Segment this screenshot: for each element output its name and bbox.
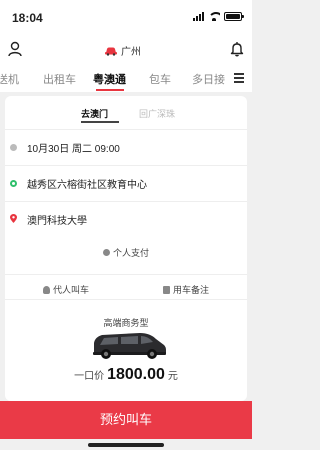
tab-guangdong-macau[interactable]: 粤澳通 <box>93 71 126 87</box>
proxy-call-button[interactable]: 代人叫车 <box>43 283 89 296</box>
menu-icon[interactable] <box>234 73 244 83</box>
note-label: 用车备注 <box>173 285 210 295</box>
action-bar: 代人叫车 用车备注 <box>5 274 247 300</box>
mpv-car-image[interactable] <box>88 329 168 361</box>
pickup-address: 越秀区六榕街社区教育中心 <box>27 180 147 191</box>
battery-icon <box>224 12 244 21</box>
note-button[interactable]: 用车备注 <box>163 283 209 296</box>
payment-method[interactable]: 个人支付 <box>5 246 247 259</box>
subtab-to-macau[interactable]: 去澳门 <box>81 107 108 120</box>
time-row[interactable]: 10月30日 周二 09:00 <box>5 129 247 165</box>
note-icon <box>163 285 170 294</box>
tab-charter[interactable]: 包车 <box>149 71 171 87</box>
header: 广州 <box>0 34 252 64</box>
car-icon <box>105 47 117 56</box>
payment-label: 个人支付 <box>112 248 149 258</box>
destination-address: 澳門科技大學 <box>27 216 87 227</box>
clock-icon <box>10 144 17 151</box>
price-label: 一口价 <box>74 371 105 382</box>
pickup-dot-icon <box>10 180 17 187</box>
location-pin-icon <box>10 214 17 223</box>
bell-icon[interactable] <box>230 41 244 57</box>
price-unit: 元 <box>167 371 178 382</box>
home-indicator <box>88 443 164 447</box>
tab-airport[interactable]: 送机 <box>0 71 19 87</box>
service-tabs: 送机 出租车 粤澳通 包车 多日接 <box>0 64 252 92</box>
subtab-indicator <box>81 121 119 123</box>
status-bar: 18:04 <box>0 0 252 34</box>
city-name: 广州 <box>121 47 141 58</box>
destination-row[interactable]: 澳門科技大學 <box>5 201 247 237</box>
price-value: 1800.00 <box>107 366 165 383</box>
status-time: 18:04 <box>12 11 43 25</box>
person-icon <box>43 285 50 294</box>
pickup-row[interactable]: 越秀区六榕街社区教育中心 <box>5 165 247 201</box>
trip-time: 10月30日 周二 09:00 <box>27 144 120 155</box>
city-selector[interactable]: 广州 <box>104 43 141 58</box>
status-icons <box>193 12 244 21</box>
proxy-call-label: 代人叫车 <box>53 285 90 295</box>
tab-taxi[interactable]: 出租车 <box>43 71 76 87</box>
tab-multi-day[interactable]: 多日接 <box>192 71 225 87</box>
booking-card: 去澳门 回广深珠 10月30日 周二 09:00 越秀区六榕街社区教育中心 澳門… <box>5 96 247 401</box>
book-button[interactable]: 预约叫车 <box>0 401 252 439</box>
user-icon[interactable] <box>8 41 22 57</box>
subtab-return[interactable]: 回广深珠 <box>139 107 175 120</box>
price: 一口价 1800.00 元 <box>5 366 247 384</box>
signal-icon <box>193 12 204 21</box>
payment-icon <box>102 249 110 256</box>
active-tab-indicator <box>96 89 124 91</box>
wifi-icon <box>208 12 220 21</box>
vehicle-type: 高端商务型 <box>103 318 149 328</box>
